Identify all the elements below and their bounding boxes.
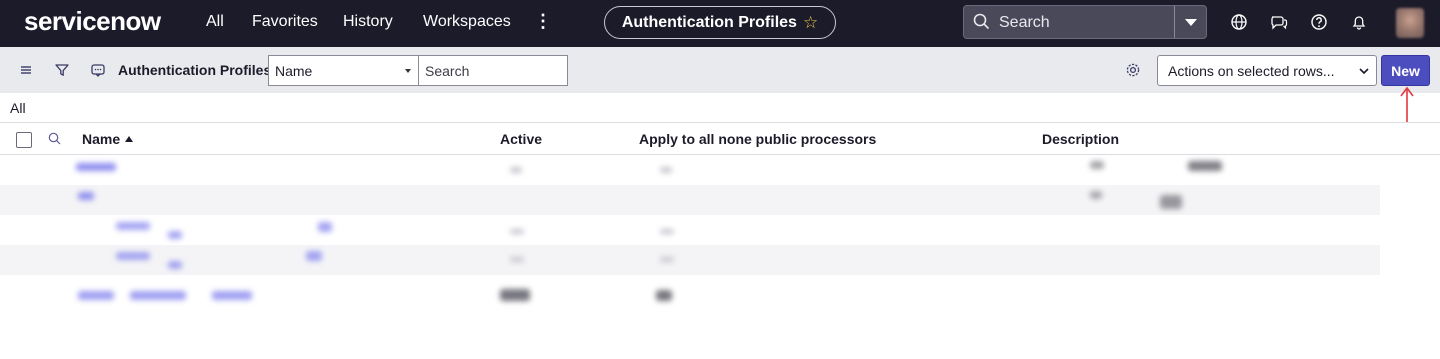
help-icon[interactable] xyxy=(1309,12,1329,32)
gear-icon[interactable] xyxy=(1123,60,1143,80)
actions-select-value: Actions on selected rows... xyxy=(1168,63,1335,79)
top-navigation-bar: servicenow All Favorites History Workspa… xyxy=(0,0,1440,47)
table-row[interactable] xyxy=(0,215,1380,245)
row-active-value xyxy=(510,167,522,173)
column-header-name-label: Name xyxy=(82,131,121,147)
globe-icon[interactable] xyxy=(1229,12,1249,32)
row-processors-value xyxy=(660,167,672,173)
row-active-value xyxy=(510,257,524,262)
new-button[interactable]: New xyxy=(1381,55,1430,86)
chevron-down-icon[interactable] xyxy=(1185,19,1197,26)
row-processors-value xyxy=(656,290,672,301)
row-name-link[interactable] xyxy=(130,291,186,300)
select-all-checkbox[interactable] xyxy=(16,132,32,148)
bell-icon[interactable] xyxy=(1349,12,1369,32)
search-icon xyxy=(973,13,989,29)
breadcrumb[interactable]: All xyxy=(10,100,26,116)
list-toolbar: Authentication Profiles Name Search Acti… xyxy=(0,47,1440,93)
row-processors-value xyxy=(660,257,674,262)
list-title: Authentication Profiles xyxy=(118,62,272,78)
row-name-link[interactable] xyxy=(116,222,150,230)
nav-all[interactable]: All xyxy=(206,13,224,31)
row-processors-value xyxy=(660,229,674,234)
row-name-link[interactable] xyxy=(116,252,150,260)
list-search-input[interactable]: Search xyxy=(418,55,568,86)
row-description-value xyxy=(1188,161,1222,171)
row-name-link[interactable] xyxy=(78,291,114,300)
row-name-link[interactable] xyxy=(306,251,322,261)
avatar[interactable] xyxy=(1396,8,1424,38)
table-row[interactable] xyxy=(0,185,1380,215)
nav-favorites[interactable]: Favorites xyxy=(252,13,318,31)
column-header-description[interactable]: Description xyxy=(1042,131,1119,147)
row-description-value xyxy=(1160,195,1182,209)
chevron-down-icon xyxy=(1359,68,1369,75)
column-header-apply-processors[interactable]: Apply to all none public processors xyxy=(639,131,876,147)
column-header-active[interactable]: Active xyxy=(500,131,542,147)
row-description-value xyxy=(1090,161,1104,169)
nav-history[interactable]: History xyxy=(343,13,393,31)
actions-select[interactable]: Actions on selected rows... xyxy=(1157,55,1377,86)
sort-ascending-icon xyxy=(125,136,134,142)
row-name-link[interactable] xyxy=(78,192,94,200)
star-icon[interactable]: ☆ xyxy=(803,13,818,33)
more-vertical-icon[interactable]: ⋮ xyxy=(534,11,552,32)
servicenow-logo[interactable]: servicenow xyxy=(24,6,161,37)
row-name-link[interactable] xyxy=(212,291,252,300)
table-row[interactable] xyxy=(0,282,1380,312)
page-title-pill[interactable]: Authentication Profiles ☆ xyxy=(604,6,836,39)
search-field-value: Name xyxy=(275,63,313,79)
column-header-name[interactable]: Name xyxy=(82,131,134,147)
table-row[interactable] xyxy=(0,155,1380,185)
table-row[interactable] xyxy=(0,245,1380,275)
chat-icon[interactable] xyxy=(1269,12,1289,32)
row-active-value xyxy=(500,289,530,301)
row-name-link[interactable] xyxy=(76,163,116,171)
table-header: Name Active Apply to all none public pro… xyxy=(0,122,1440,155)
page-title: Authentication Profiles xyxy=(621,13,797,31)
row-name-link[interactable] xyxy=(168,261,182,269)
search-icon[interactable] xyxy=(47,131,63,147)
global-search-input[interactable]: Search xyxy=(999,14,1050,32)
row-name-link[interactable] xyxy=(168,231,182,239)
row-description-value xyxy=(1090,191,1102,199)
row-name-link[interactable] xyxy=(318,222,332,232)
nav-workspaces[interactable]: Workspaces xyxy=(423,13,511,31)
comment-icon[interactable] xyxy=(88,60,108,80)
global-search[interactable]: Search xyxy=(963,5,1207,39)
chevron-down-icon xyxy=(405,69,411,73)
row-active-value xyxy=(510,229,524,234)
search-divider xyxy=(1174,6,1175,38)
filter-icon[interactable] xyxy=(52,60,72,80)
search-field-select[interactable]: Name xyxy=(268,55,419,86)
menu-icon[interactable] xyxy=(16,60,36,80)
